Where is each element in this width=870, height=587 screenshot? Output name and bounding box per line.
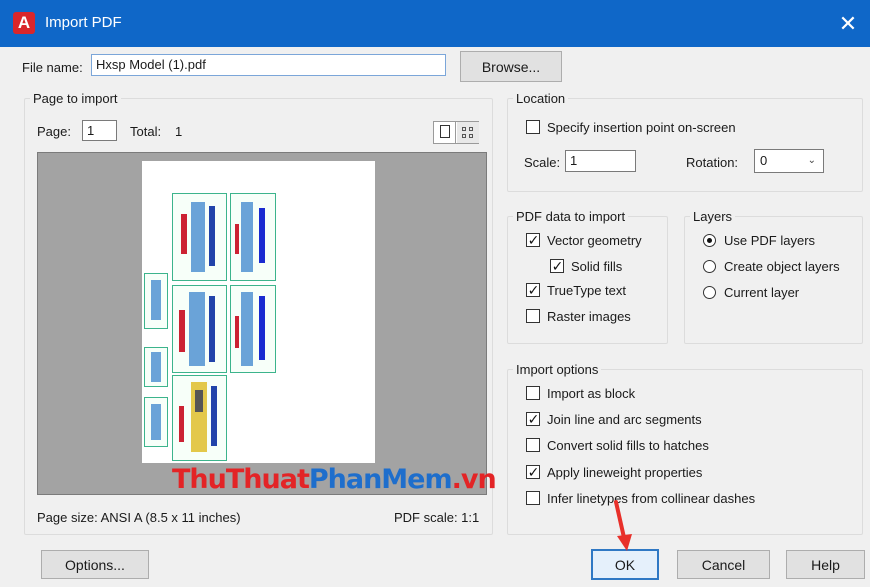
import-as-block-label: Import as block [547,386,636,401]
drawing-sheet [144,347,168,387]
total-label: Total: [130,124,162,139]
vector-geometry-label: Vector geometry [547,233,642,248]
pdf-data-title: PDF data to import [513,209,629,225]
layers-title: Layers [690,209,736,225]
specify-insertion-checkbox[interactable] [526,120,540,134]
check-icon: ✓ [527,232,540,248]
create-object-layers-label: Create object layers [724,259,840,274]
rotation-value: 0 [760,153,768,168]
title-bar: A Import PDF ✕ [0,0,870,47]
vector-geometry-checkbox[interactable]: ✓ [526,232,540,248]
rotation-dropdown[interactable]: 0 ⌄ [754,149,824,173]
page-size-text: Page size: ANSI A (8.5 x 11 inches) [37,510,241,525]
raster-images-checkbox[interactable] [526,309,540,323]
convert-fills-label: Convert solid fills to hatches [547,438,709,453]
options-button[interactable]: Options... [41,550,149,579]
website-watermark: ThuThuatPhanMem.vn [172,464,497,495]
drawing-sheet [230,285,276,373]
current-layer-label: Current layer [724,285,800,300]
file-name-label: File name: [22,60,83,75]
raster-images-label: Raster images [547,309,631,324]
truetype-text-label: TrueType text [547,283,626,298]
join-segments-checkbox[interactable]: ✓ [526,411,540,427]
page-number-field[interactable]: 1 [82,120,117,141]
specify-insertion-label: Specify insertion point on-screen [547,120,736,135]
rotation-label: Rotation: [686,155,739,170]
solid-fills-checkbox[interactable]: ✓ [550,258,564,274]
solid-fills-label: Solid fills [571,259,623,274]
convert-fills-checkbox[interactable] [526,438,540,452]
use-pdf-layers-label: Use PDF layers [724,233,816,248]
chevron-down-icon: ⌄ [807,155,816,166]
import-options-title: Import options [513,362,602,378]
pdf-page-thumbnail [142,161,375,463]
check-icon: ✓ [527,464,540,480]
import-as-block-checkbox[interactable] [526,386,540,400]
drawing-sheet [172,193,227,281]
file-name-field[interactable]: Hxsp Model (1).pdf [91,54,446,76]
help-button[interactable]: Help [786,550,865,579]
ok-button[interactable]: OK [591,549,659,580]
single-page-view-icon[interactable] [434,122,456,143]
scale-field[interactable]: 1 [565,150,636,172]
apply-lineweight-label: Apply lineweight properties [547,465,703,480]
infer-linetypes-label: Infer linetypes from collinear dashes [547,491,756,506]
drawing-sheet [172,375,227,461]
page-to-import-title: Page to import [30,91,121,107]
drawing-sheet [172,285,227,373]
apply-lineweight-checkbox[interactable]: ✓ [526,464,540,480]
check-icon: ✓ [527,282,540,298]
drawing-sheet [230,193,276,281]
pdf-preview-pane [37,152,487,495]
infer-linetypes-checkbox[interactable] [526,491,540,505]
drawing-sheet [144,273,168,329]
check-icon: ✓ [551,258,564,274]
current-layer-radio[interactable] [703,286,716,299]
view-mode-toggle [433,121,479,144]
use-pdf-layers-radio[interactable] [703,234,716,247]
radio-selected-icon [707,238,712,243]
page-label: Page: [37,124,71,139]
autocad-app-icon: A [13,12,35,34]
location-title: Location [513,91,569,107]
cancel-button[interactable]: Cancel [677,550,770,579]
drawing-sheet [144,397,168,447]
red-arrow-annotation-icon [614,500,632,551]
close-icon[interactable]: ✕ [826,0,870,47]
scale-label: Scale: [524,155,561,170]
pdf-scale-text: PDF scale: 1:1 [394,510,480,525]
join-segments-label: Join line and arc segments [547,412,702,427]
total-value: 1 [175,124,183,139]
browse-button[interactable]: Browse... [460,51,562,82]
truetype-text-checkbox[interactable]: ✓ [526,282,540,298]
check-icon: ✓ [527,411,540,427]
create-object-layers-radio[interactable] [703,260,716,273]
thumbnail-grid-view-icon[interactable] [457,122,479,143]
location-group [507,98,863,192]
window-title: Import PDF [45,14,122,31]
